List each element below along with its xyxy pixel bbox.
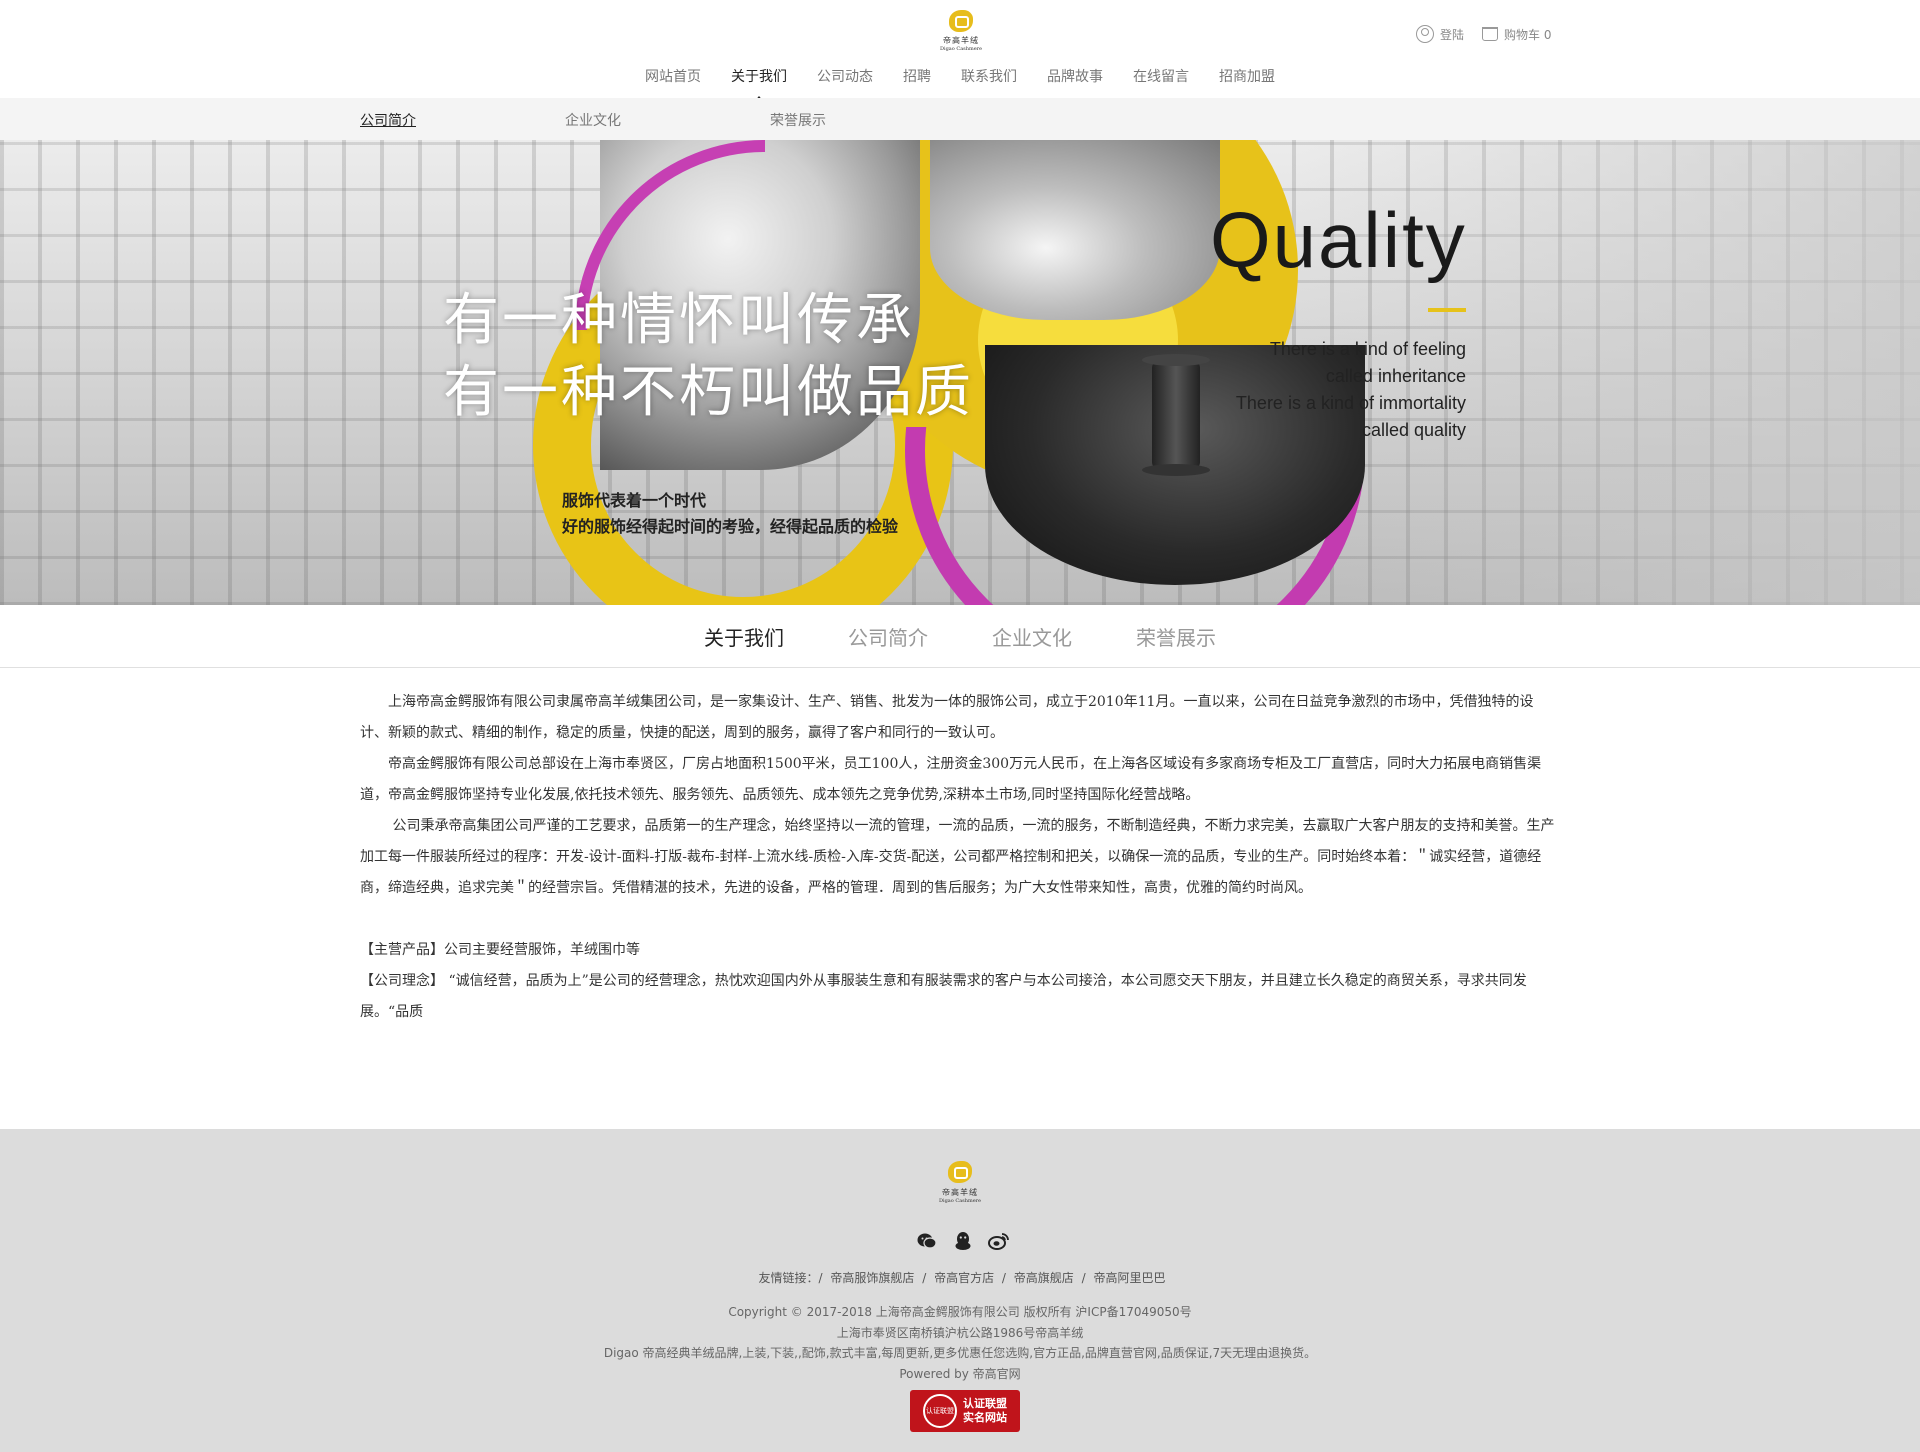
quality-underline bbox=[1428, 308, 1466, 312]
verification-badge[interactable]: 认证联盟 认证联盟 实名网站 bbox=[910, 1390, 1020, 1432]
nav-item-news[interactable]: 公司动态 bbox=[817, 66, 873, 90]
description-text: Digao 帝高经典羊绒品牌,上装,下装,,配饰,款式丰富,每周更新,更多优惠任… bbox=[603, 1346, 1317, 1360]
nav-item-home[interactable]: 网站首页 bbox=[645, 66, 701, 90]
hero-banner: 有一种情怀叫传承 有一种不朽叫做品质 服饰代表着一个时代 好的服饰经得起时间的考… bbox=[0, 140, 1920, 605]
footer-logo[interactable]: 帝高羊绒 Digao Cashmere bbox=[934, 1161, 986, 1204]
footer-logo-en: Digao Cashmere bbox=[938, 1198, 982, 1204]
friendly-links: 友情链接：/ 帝高服饰旗舰店 / 帝高官方店 / 帝高旗舰店 / 帝高阿里巴巴 bbox=[0, 1269, 1920, 1286]
q-line-1: There is a kind of feeling bbox=[1269, 339, 1466, 359]
powered-by-text: Powered by 帝高官网 bbox=[899, 1366, 1021, 1381]
qq-icon[interactable] bbox=[952, 1231, 974, 1251]
link-separator: / bbox=[1001, 1271, 1006, 1285]
tab-profile[interactable]: 公司简介 bbox=[848, 622, 928, 651]
link-apparel-flagship[interactable]: 帝高服饰旗舰店 bbox=[830, 1271, 914, 1285]
badge-line-1: 认证联盟 bbox=[963, 1397, 1007, 1410]
address-text: 上海市奉贤区南桥镇沪杭公路1986号帝高羊绒 bbox=[836, 1325, 1084, 1340]
banner-tagline: 服饰代表着一个时代 好的服饰经得起时间的考验，经得起品质的检验 bbox=[562, 488, 898, 540]
q-line-4: called quality bbox=[1180, 417, 1466, 444]
footer-info: Copyright © 2017-2018 上海帝高金鳄服饰有限公司 版权所有 … bbox=[0, 1302, 1920, 1384]
tagline-line-1: 服饰代表着一个时代 bbox=[562, 491, 707, 510]
quality-description: There is a kind of feeling called inheri… bbox=[1180, 200, 1466, 444]
link-official-store[interactable]: 帝高官方店 bbox=[934, 1271, 994, 1285]
main-nav: 网站首页 关于我们 公司动态 招聘 联系我们 品牌故事 在线留言 招商加盟 bbox=[0, 66, 1920, 102]
tab-culture[interactable]: 企业文化 bbox=[992, 622, 1072, 651]
links-label: 友情链接：/ bbox=[758, 1271, 823, 1285]
tab-honors[interactable]: 荣誉展示 bbox=[1136, 622, 1216, 651]
nav-item-contact[interactable]: 联系我们 bbox=[961, 66, 1017, 90]
q-line-4-emphasis: quality bbox=[1413, 420, 1466, 440]
paragraph-concept: 【公司理念】 “诚信经营，品质为上”是公司的经营理念，热忱欢迎国内外从事服装生意… bbox=[360, 973, 1527, 1020]
cart-label: 购物车 0 bbox=[1504, 27, 1552, 42]
link-separator: / bbox=[1081, 1271, 1086, 1285]
subnav-item-profile[interactable]: 公司简介 bbox=[360, 110, 416, 130]
footer-logo-cn: 帝高羊绒 bbox=[942, 1188, 978, 1197]
q-line-2-emphasis: inheritance bbox=[1377, 366, 1466, 386]
slogan-line-2: 有一种不朽叫做品质 bbox=[443, 360, 974, 425]
tab-about[interactable]: 关于我们 bbox=[704, 622, 784, 651]
link-flagship-store[interactable]: 帝高旗舰店 bbox=[1014, 1271, 1074, 1285]
link-separator: / bbox=[922, 1271, 927, 1285]
link-alibaba[interactable]: 帝高阿里巴巴 bbox=[1094, 1271, 1166, 1285]
subnav-item-honors[interactable]: 荣誉展示 bbox=[770, 110, 826, 130]
subnav-item-culture[interactable]: 企业文化 bbox=[565, 110, 621, 130]
banner-slogan: 有一种情怀叫传承 有一种不朽叫做品质 bbox=[443, 285, 974, 429]
nav-item-about[interactable]: 关于我们 bbox=[731, 66, 787, 102]
wechat-icon[interactable] bbox=[916, 1231, 938, 1251]
cart-link[interactable]: 购物车 0 bbox=[1482, 22, 1551, 46]
nav-item-brand-story[interactable]: 品牌故事 bbox=[1047, 66, 1103, 90]
user-icon bbox=[1416, 25, 1434, 43]
site-header: 帝高羊绒 Digao Cashmere 登陆 购物车 0 网站首页 关于我们 公… bbox=[0, 0, 1920, 102]
nav-item-message[interactable]: 在线留言 bbox=[1133, 66, 1189, 90]
sub-nav: 公司简介 企业文化 荣誉展示 bbox=[0, 98, 1920, 140]
badge-line-2: 实名网站 bbox=[963, 1411, 1007, 1424]
section-tabs: 关于我们 公司简介 企业文化 荣誉展示 bbox=[0, 605, 1920, 668]
cart-icon bbox=[1482, 27, 1498, 41]
site-logo[interactable]: 帝高羊绒 Digao Cashmere bbox=[936, 10, 986, 60]
certification-seal-icon: 认证联盟 bbox=[923, 1394, 957, 1428]
copyright-text: Copyright © 2017-2018 上海帝高金鳄服饰有限公司 版权所有 … bbox=[728, 1305, 1192, 1319]
paragraph-intro: 上海帝高金鳄服饰有限公司隶属帝高羊绒集团公司，是一家集设计、生产、销售、批发为一… bbox=[360, 694, 1534, 741]
logo-cn-text: 帝高羊绒 bbox=[943, 36, 979, 45]
paragraph-philosophy: 公司秉承帝高集团公司严谨的工艺要求，品质第一的生产理念，始终坚持以一流的管理，一… bbox=[360, 818, 1555, 896]
sheep-logo-icon bbox=[949, 10, 973, 32]
about-content: 上海帝高金鳄服饰有限公司隶属帝高羊绒集团公司，是一家集设计、生产、销售、批发为一… bbox=[360, 687, 1560, 1028]
weibo-icon[interactable] bbox=[988, 1231, 1010, 1251]
sheep-logo-icon bbox=[948, 1161, 972, 1183]
q-line-2: called inheritance bbox=[1180, 363, 1466, 390]
q-line-2-prefix: called bbox=[1325, 366, 1378, 386]
site-footer: 帝高羊绒 Digao Cashmere 友情链接：/ 帝高服饰旗舰店 / 帝高官… bbox=[0, 1129, 1920, 1452]
slogan-line-1: 有一种情怀叫传承 bbox=[443, 288, 915, 353]
login-label: 登陆 bbox=[1440, 27, 1465, 42]
paragraph-products: 【主营产品】公司主要经营服饰，羊绒围巾等 bbox=[360, 942, 640, 958]
q-line-4-prefix: called bbox=[1361, 420, 1414, 440]
q-line-3: There is a kind of immortality bbox=[1235, 393, 1466, 413]
login-link[interactable]: 登陆 bbox=[1416, 22, 1464, 46]
social-icons bbox=[916, 1231, 1010, 1251]
tagline-line-2: 好的服饰经得起时间的考验，经得起品质的检验 bbox=[562, 517, 899, 536]
paragraph-headquarters: 帝高金鳄服饰有限公司总部设在上海市奉贤区，厂房占地面积1500平米，员工100人… bbox=[360, 756, 1542, 803]
nav-item-franchise[interactable]: 招商加盟 bbox=[1219, 66, 1275, 90]
logo-en-text: Digao Cashmere bbox=[939, 46, 983, 52]
badge-text: 认证联盟 实名网站 bbox=[963, 1397, 1007, 1425]
nav-item-jobs[interactable]: 招聘 bbox=[903, 66, 931, 90]
